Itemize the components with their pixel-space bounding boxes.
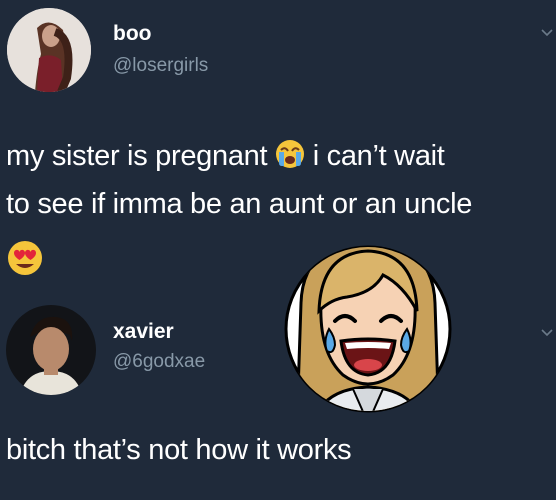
tweet-text-part: i can’t wait bbox=[305, 140, 445, 172]
crying-face-icon bbox=[275, 139, 305, 180]
avatar-xavier[interactable] bbox=[6, 305, 96, 395]
author-name[interactable]: boo bbox=[113, 22, 151, 46]
reply-tweet: xavier @6godxae bitch that’s not how it … bbox=[0, 300, 556, 500]
reply-text: bitch that’s not how it works bbox=[6, 434, 352, 466]
original-tweet: boo @losergirls my sister is pregnant i … bbox=[0, 0, 556, 300]
tweet-text-part: my sister is pregnant bbox=[6, 140, 275, 172]
reply-author-handle[interactable]: @6godxae bbox=[113, 351, 205, 373]
reply-author-name[interactable]: xavier bbox=[113, 320, 174, 344]
tweet-text-line-2: to see if imma be an aunt or an uncle bbox=[6, 188, 473, 220]
chevron-down-icon[interactable] bbox=[541, 324, 553, 340]
avatar-boo[interactable] bbox=[7, 8, 91, 92]
laughing-crying-bitmoji-icon bbox=[283, 233, 453, 423]
tweet-text-line-1: my sister is pregnant i can’t wait bbox=[6, 136, 445, 180]
heart-eyes-icon bbox=[6, 240, 44, 281]
chevron-down-icon[interactable] bbox=[541, 24, 553, 40]
author-handle[interactable]: @losergirls bbox=[113, 55, 208, 77]
